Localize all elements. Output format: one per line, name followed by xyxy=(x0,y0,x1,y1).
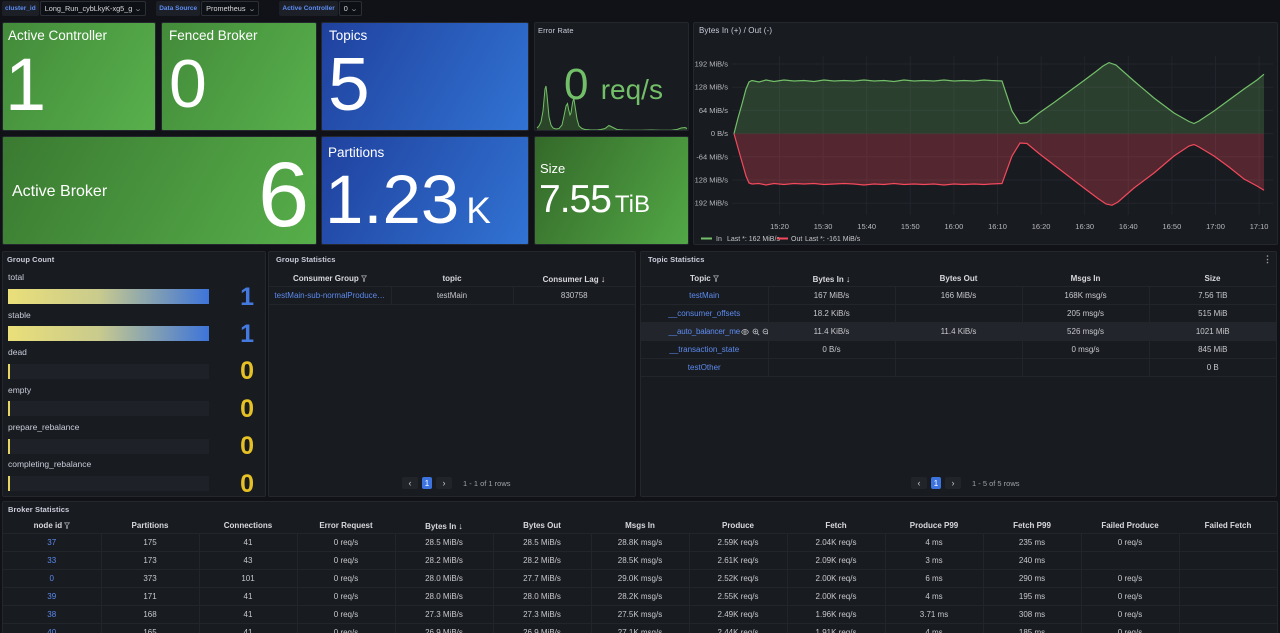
svg-text:Last *: -161 MiB/s: Last *: -161 MiB/s xyxy=(805,236,861,243)
svg-text:64 MiB/s: 64 MiB/s xyxy=(699,106,728,115)
svg-text:15:30: 15:30 xyxy=(814,222,833,231)
svg-text:In: In xyxy=(716,236,722,243)
svg-text:15:40: 15:40 xyxy=(857,222,876,231)
svg-text:16:10: 16:10 xyxy=(988,222,1007,231)
svg-text:15:20: 15:20 xyxy=(770,222,789,231)
svg-text:Last *: 162 MiB/s: Last *: 162 MiB/s xyxy=(727,236,780,243)
svg-text:17:10: 17:10 xyxy=(1250,222,1269,231)
svg-text:-192 MiB/s: -192 MiB/s xyxy=(694,199,728,208)
svg-text:15:50: 15:50 xyxy=(901,222,920,231)
svg-text:16:50: 16:50 xyxy=(1163,222,1182,231)
svg-text:16:40: 16:40 xyxy=(1119,222,1138,231)
svg-text:16:00: 16:00 xyxy=(945,222,964,231)
svg-text:192 MiB/s: 192 MiB/s xyxy=(695,60,729,69)
svg-text:17:00: 17:00 xyxy=(1206,222,1225,231)
svg-text:16:30: 16:30 xyxy=(1075,222,1094,231)
svg-text:Out: Out xyxy=(791,236,802,243)
svg-text:-128 MiB/s: -128 MiB/s xyxy=(694,176,728,185)
svg-text:0 B/s: 0 B/s xyxy=(711,129,728,138)
svg-text:16:20: 16:20 xyxy=(1032,222,1051,231)
svg-text:128 MiB/s: 128 MiB/s xyxy=(695,83,729,92)
svg-text:-64 MiB/s: -64 MiB/s xyxy=(696,152,728,161)
